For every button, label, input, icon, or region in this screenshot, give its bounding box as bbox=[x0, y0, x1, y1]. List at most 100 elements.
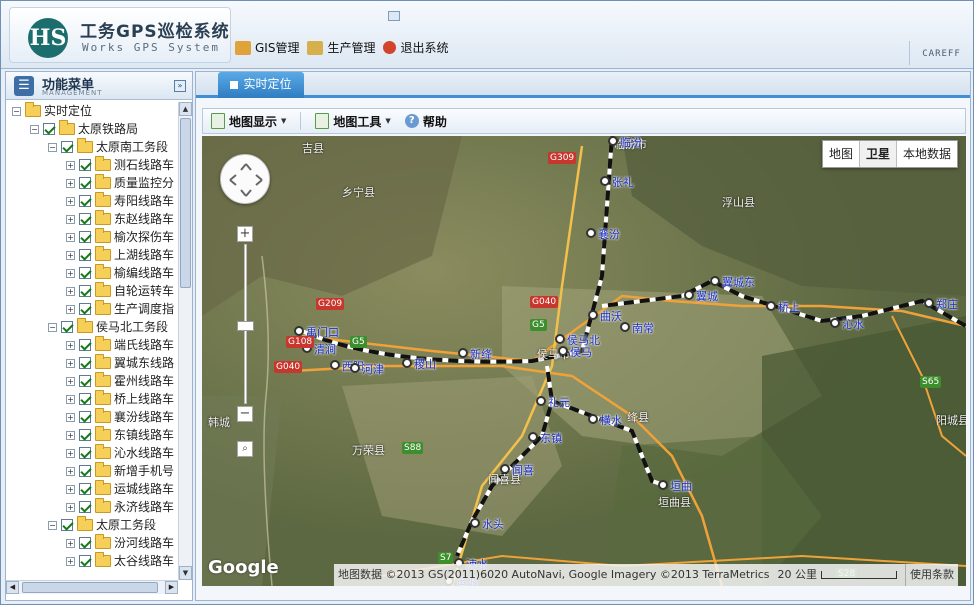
tree-node-checkbox[interactable] bbox=[79, 303, 91, 315]
map-type-local-data[interactable]: 本地数据 bbox=[897, 141, 957, 167]
tree-node[interactable]: + 测石线路车 bbox=[6, 156, 178, 174]
zoom-slider-handle[interactable] bbox=[237, 321, 254, 331]
expand-icon[interactable]: + bbox=[66, 502, 75, 512]
tree-node-checkbox[interactable] bbox=[79, 339, 91, 351]
tree-node[interactable]: + 新增手机号 bbox=[6, 462, 178, 480]
map-type-map[interactable]: 地图 bbox=[823, 141, 860, 167]
map-display-button[interactable]: 地图显示 ▼ bbox=[211, 113, 286, 130]
terms-of-use-link[interactable]: 使用条款 bbox=[905, 564, 954, 586]
tree-node[interactable]: − 实时定位 bbox=[6, 102, 178, 120]
help-button[interactable]: ? 帮助 bbox=[404, 113, 447, 130]
tree-node-checkbox[interactable] bbox=[79, 393, 91, 405]
collapse-sidebar-button[interactable]: » bbox=[174, 80, 186, 92]
tree-node-checkbox[interactable] bbox=[79, 195, 91, 207]
tree-node[interactable]: + 端氏线路车 bbox=[6, 336, 178, 354]
station-marker[interactable] bbox=[555, 334, 565, 344]
expand-icon[interactable]: + bbox=[66, 538, 75, 548]
window-handle-icon[interactable] bbox=[388, 11, 400, 21]
expand-icon[interactable]: + bbox=[66, 232, 75, 242]
tree-node[interactable]: + 上湖线路车 bbox=[6, 246, 178, 264]
tree-node-checkbox[interactable] bbox=[79, 375, 91, 387]
nav-gis-management[interactable]: GIS管理 bbox=[235, 39, 299, 56]
expand-icon[interactable]: + bbox=[66, 196, 75, 206]
station-marker[interactable] bbox=[600, 176, 610, 186]
expand-icon[interactable]: + bbox=[66, 430, 75, 440]
station-marker[interactable] bbox=[830, 318, 840, 328]
station-marker[interactable] bbox=[710, 276, 720, 286]
scroll-up-icon[interactable]: ▲ bbox=[179, 102, 192, 116]
tree-node[interactable]: + 运城线路车 bbox=[6, 480, 178, 498]
tree-node[interactable]: + 榆次探伤车 bbox=[6, 228, 178, 246]
expand-icon[interactable]: + bbox=[66, 286, 75, 296]
tree-node-checkbox[interactable] bbox=[79, 267, 91, 279]
station-marker[interactable] bbox=[924, 298, 934, 308]
scrollbar-thumb[interactable] bbox=[180, 118, 191, 288]
tree-node-checkbox[interactable] bbox=[79, 447, 91, 459]
tree-node-checkbox[interactable] bbox=[79, 555, 91, 567]
tree-horizontal-scrollbar[interactable]: ◀ ▶ bbox=[6, 580, 178, 594]
collapse-icon[interactable]: − bbox=[48, 142, 57, 152]
station-marker[interactable] bbox=[402, 358, 412, 368]
scroll-right-icon[interactable]: ▶ bbox=[165, 581, 178, 594]
map-view[interactable]: + − ⌕ 地图 卫星 本地数据 吉县 乡宁县 浮山县 韩城 万荣县 绛县 垣曲县 阳城县 闻喜… bbox=[202, 136, 966, 586]
collapse-icon[interactable]: − bbox=[48, 520, 57, 530]
tree-node[interactable]: + 东赵线路车 bbox=[6, 210, 178, 228]
tree-node[interactable]: + 太谷线路车 bbox=[6, 552, 178, 570]
nav-exit-system[interactable]: 退出系统 bbox=[383, 39, 449, 56]
station-marker[interactable] bbox=[766, 301, 776, 311]
station-marker[interactable] bbox=[608, 136, 618, 146]
expand-icon[interactable]: + bbox=[66, 250, 75, 260]
tree-vertical-scrollbar[interactable]: ▲ ▼ bbox=[178, 102, 192, 580]
tree-node-checkbox[interactable] bbox=[61, 321, 73, 333]
expand-icon[interactable]: + bbox=[66, 448, 75, 458]
station-marker[interactable] bbox=[536, 396, 546, 406]
nav-production-management[interactable]: 生产管理 bbox=[307, 39, 375, 56]
tree-node[interactable]: + 霍州线路车 bbox=[6, 372, 178, 390]
station-marker[interactable] bbox=[588, 310, 598, 320]
expand-icon[interactable]: + bbox=[66, 466, 75, 476]
tab-realtime-location[interactable]: 实时定位 bbox=[218, 72, 304, 98]
tree-node-checkbox[interactable] bbox=[79, 177, 91, 189]
tree-node-checkbox[interactable] bbox=[61, 519, 73, 531]
tree-node[interactable]: + 质量监控分 bbox=[6, 174, 178, 192]
tree-node[interactable]: + 汾河线路车 bbox=[6, 534, 178, 552]
collapse-icon[interactable]: − bbox=[48, 322, 57, 332]
tree-node-checkbox[interactable] bbox=[43, 123, 55, 135]
map-tools-button[interactable]: 地图工具 ▼ bbox=[315, 113, 391, 130]
tree-node-checkbox[interactable] bbox=[61, 141, 73, 153]
tree-node[interactable]: + 桥上线路车 bbox=[6, 390, 178, 408]
zoom-in-button[interactable]: + bbox=[237, 226, 253, 242]
zoom-box-icon[interactable]: ⌕ bbox=[237, 441, 253, 457]
station-marker[interactable] bbox=[558, 346, 568, 356]
tree-node[interactable]: + 襄汾线路车 bbox=[6, 408, 178, 426]
tree-node-checkbox[interactable] bbox=[79, 429, 91, 441]
tree-node[interactable]: − 太原工务段 bbox=[6, 516, 178, 534]
station-marker[interactable] bbox=[528, 432, 538, 442]
tree-node[interactable]: + 永济线路车 bbox=[6, 498, 178, 516]
expand-icon[interactable]: + bbox=[66, 340, 75, 350]
tree-node[interactable]: + 榆编线路车 bbox=[6, 264, 178, 282]
tree-node-checkbox[interactable] bbox=[79, 231, 91, 243]
expand-icon[interactable]: + bbox=[66, 394, 75, 404]
tree-node[interactable]: + 寿阳线路车 bbox=[6, 192, 178, 210]
horizontal-scrollbar-thumb[interactable] bbox=[22, 582, 158, 593]
tree-node-checkbox[interactable] bbox=[79, 357, 91, 369]
station-marker[interactable] bbox=[458, 348, 468, 358]
tree-node-checkbox[interactable] bbox=[79, 465, 91, 477]
tree-node[interactable]: + 东镇线路车 bbox=[6, 426, 178, 444]
tree-node[interactable]: − 太原南工务段 bbox=[6, 138, 178, 156]
expand-icon[interactable]: + bbox=[66, 268, 75, 278]
station-marker[interactable] bbox=[588, 414, 598, 424]
tree-node[interactable]: − 太原铁路局 bbox=[6, 120, 178, 138]
tree-node[interactable]: + 生产调度指 bbox=[6, 300, 178, 318]
expand-icon[interactable]: + bbox=[66, 358, 75, 368]
tree-node-checkbox[interactable] bbox=[79, 249, 91, 261]
expand-icon[interactable]: + bbox=[66, 214, 75, 224]
station-marker[interactable] bbox=[500, 464, 510, 474]
station-marker[interactable] bbox=[350, 363, 360, 373]
station-marker[interactable] bbox=[586, 228, 596, 238]
tree-node-checkbox[interactable] bbox=[79, 537, 91, 549]
station-marker[interactable] bbox=[658, 480, 668, 490]
expand-icon[interactable]: + bbox=[66, 178, 75, 188]
expand-icon[interactable]: + bbox=[66, 412, 75, 422]
